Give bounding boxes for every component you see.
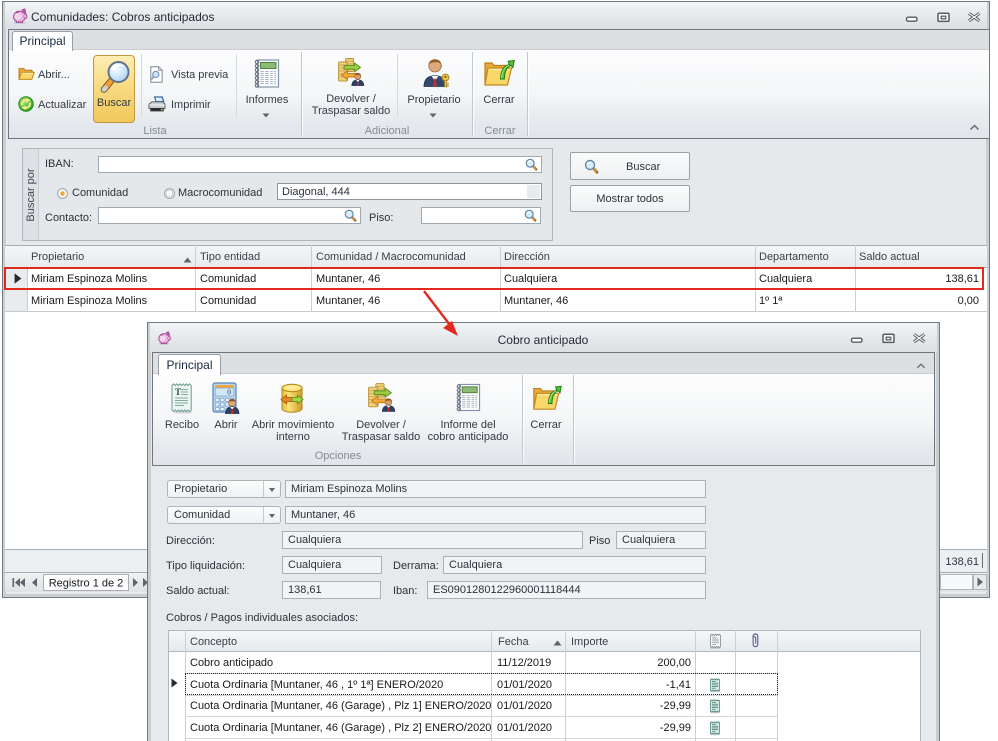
svg-text:Registro 1 de 2: Registro 1 de 2 <box>49 578 124 590</box>
svg-text:0: 0 <box>227 390 232 398</box>
svg-text:T: T <box>175 387 181 397</box>
